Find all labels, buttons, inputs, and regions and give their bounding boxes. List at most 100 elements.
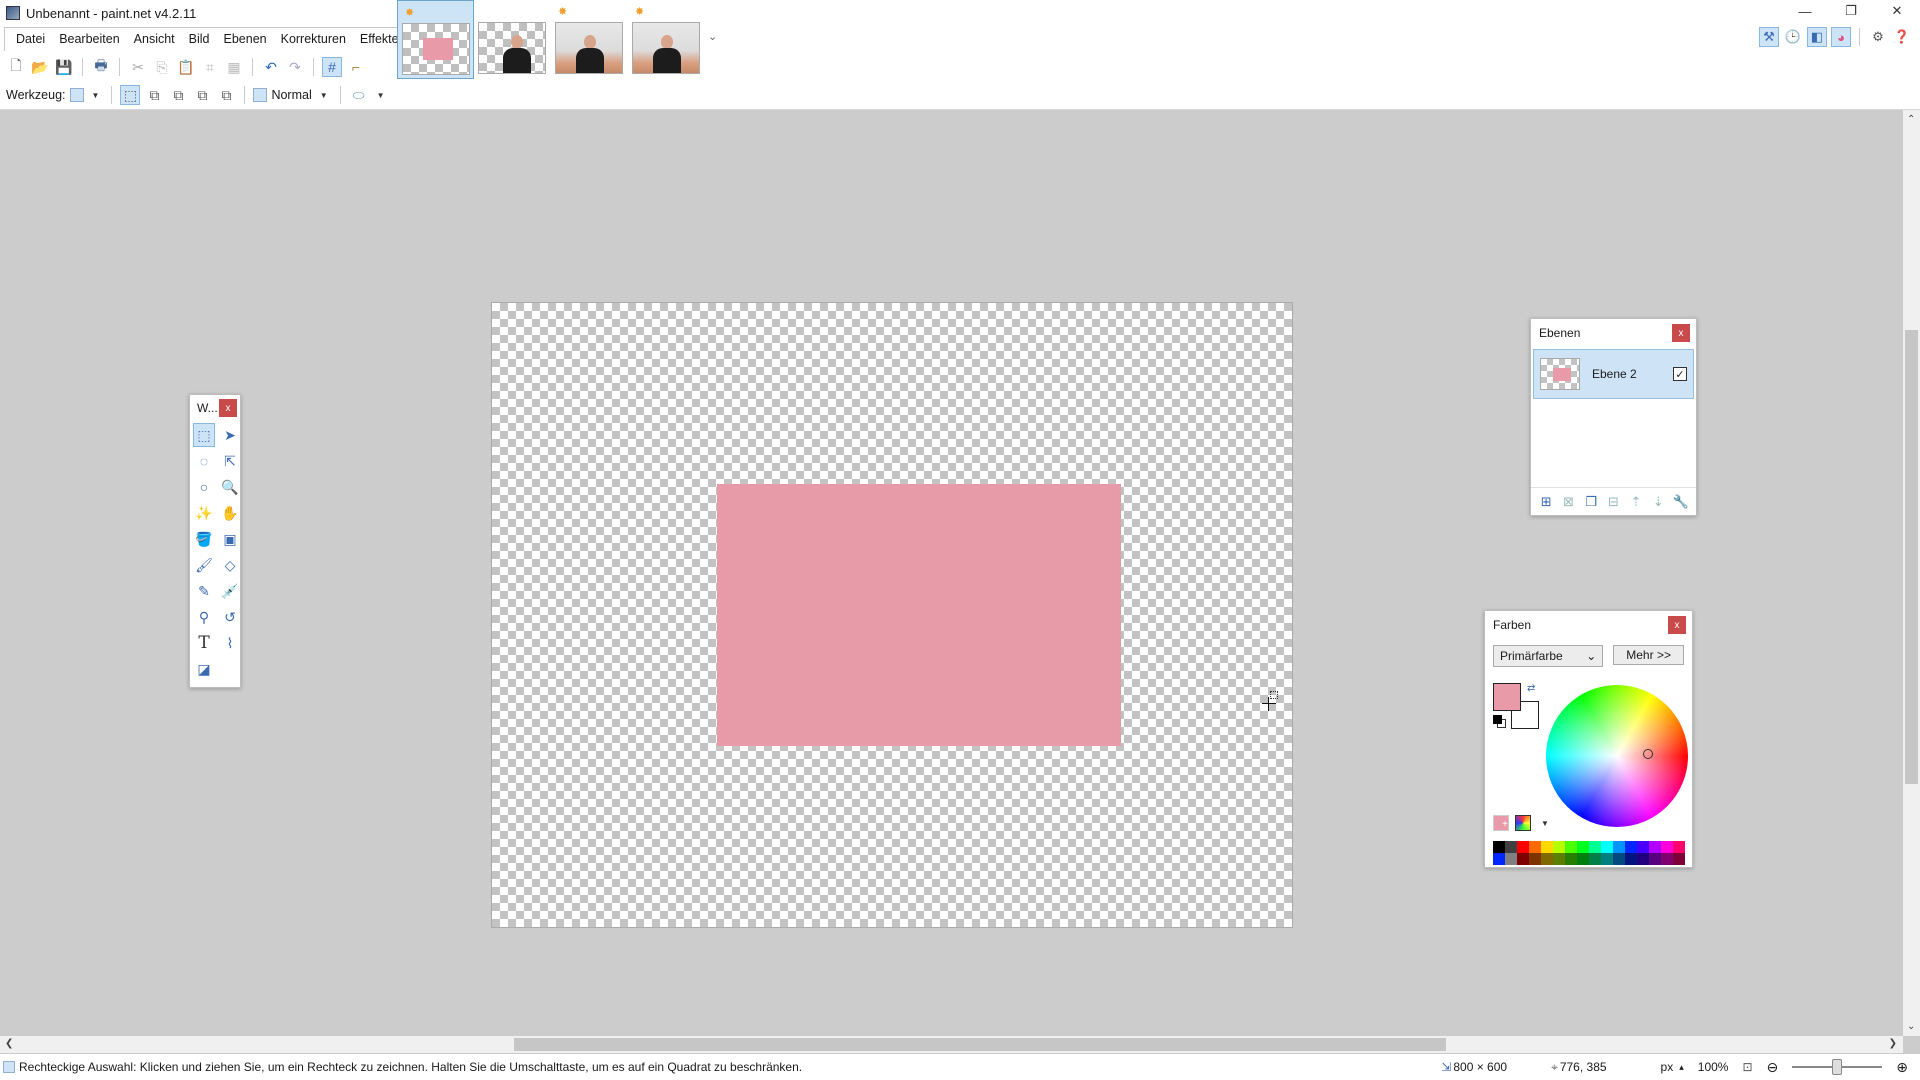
layers-icon[interactable]: ◧ <box>1807 27 1827 47</box>
tool-clone-stamp-icon[interactable]: ⚲ <box>193 605 215 629</box>
palette-swatch[interactable] <box>1517 841 1529 853</box>
palette-swatch[interactable] <box>1673 841 1685 853</box>
palette-swatch[interactable] <box>1601 841 1613 853</box>
chevron-down-icon[interactable]: ▼ <box>377 91 385 100</box>
image-tab-3[interactable]: ✸ <box>551 0 628 79</box>
chevron-down-icon[interactable]: ▼ <box>320 91 328 100</box>
menu-ebenen[interactable]: Ebenen <box>217 28 274 51</box>
tool-rectangle-select-icon[interactable]: ⬚ <box>193 423 215 447</box>
units-select[interactable]: px <box>1661 1060 1674 1074</box>
palette-swatch[interactable] <box>1505 853 1517 865</box>
image-canvas[interactable] <box>492 303 1292 927</box>
tool-magic-wand-icon[interactable]: ✨ <box>193 501 215 525</box>
tool-line-curve-icon[interactable]: ⌇ <box>219 631 241 655</box>
palette-swatch[interactable] <box>1541 853 1553 865</box>
image-tab-2[interactable] <box>474 0 551 79</box>
grid-icon[interactable]: # <box>322 57 342 77</box>
crop-icon[interactable]: ⌗ <box>200 57 220 77</box>
palette-swatch[interactable] <box>1661 841 1673 853</box>
open-icon[interactable]: 📂 <box>30 57 50 77</box>
colors-icon[interactable]: ◕ <box>1831 27 1851 47</box>
image-tab-4[interactable]: ✸ <box>628 0 705 79</box>
palette-swatch[interactable] <box>1649 841 1661 853</box>
layer-visibility-checkbox[interactable]: ✓ <box>1673 367 1687 381</box>
deselect-icon[interactable]: ▦ <box>224 57 244 77</box>
merge-down-icon[interactable]: ⊟ <box>1604 493 1622 511</box>
move-down-icon[interactable]: ⇣ <box>1649 493 1667 511</box>
tool-zoom-icon[interactable]: 🔍 <box>219 475 241 499</box>
save-icon[interactable]: 💾 <box>54 57 74 77</box>
close-icon[interactable]: x <box>1668 616 1686 634</box>
print-icon[interactable]: 🖶 <box>91 57 111 77</box>
tool-lasso-select-icon[interactable]: ◌ <box>193 449 215 473</box>
selection-mode-intersect-icon[interactable]: ⧉ <box>192 85 212 105</box>
menu-datei[interactable]: Datei <box>9 28 52 51</box>
zoom-out-icon[interactable]: ⊖ <box>1767 1059 1779 1076</box>
palette-swatch[interactable] <box>1577 853 1589 865</box>
tool-eraser-icon[interactable]: ◇ <box>219 553 241 577</box>
palette-swatch[interactable] <box>1625 853 1637 865</box>
color-mode-select[interactable]: Primärfarbe ⌄ <box>1493 645 1604 667</box>
menu-ansicht[interactable]: Ansicht <box>127 28 182 51</box>
blend-mode-select[interactable]: Normal <box>271 88 311 102</box>
palette-swatch[interactable] <box>1601 853 1613 865</box>
cut-icon[interactable]: ✂ <box>128 57 148 77</box>
menu-korrekturen[interactable]: Korrekturen <box>274 28 353 51</box>
palette-swatch[interactable] <box>1565 853 1577 865</box>
palette-swatch[interactable] <box>1565 841 1577 853</box>
close-icon[interactable]: ✕ <box>1874 0 1920 22</box>
selection-mode-union-icon[interactable]: ⧉ <box>144 85 164 105</box>
zoom-slider[interactable] <box>1792 1059 1883 1075</box>
vertical-scrollbar[interactable]: ⌃ ⌄ <box>1903 110 1920 1036</box>
palette-swatch[interactable] <box>1673 853 1685 865</box>
tool-paintbrush-icon[interactable]: 🖌 <box>193 553 215 577</box>
palette-swatch[interactable] <box>1613 841 1625 853</box>
layer-row[interactable]: Ebene 2 ✓ <box>1533 349 1694 399</box>
palette-swatch[interactable] <box>1505 841 1517 853</box>
selection-mode-exclude-icon[interactable]: ⧉ <box>168 85 188 105</box>
palette-swatch[interactable] <box>1637 841 1649 853</box>
color-wheel-marker[interactable] <box>1643 749 1653 759</box>
units-arrow-icon[interactable]: ▴ <box>1679 1062 1684 1073</box>
palette-icon[interactable] <box>1515 815 1531 831</box>
palette-swatch[interactable] <box>1589 853 1601 865</box>
scroll-left-icon[interactable]: ❮ <box>5 1038 13 1049</box>
menu-bearbeiten[interactable]: Bearbeiten <box>52 28 126 51</box>
scroll-right-icon[interactable]: ❯ <box>1889 1038 1897 1049</box>
primary-color-swatch[interactable] <box>1493 683 1521 711</box>
tool-color-picker-icon[interactable]: 💉 <box>219 579 241 603</box>
undo-icon[interactable]: ↶ <box>261 57 281 77</box>
duplicate-layer-icon[interactable]: ❐ <box>1582 493 1600 511</box>
palette-swatch[interactable] <box>1649 853 1661 865</box>
reset-colors-icon[interactable] <box>1493 715 1502 724</box>
tool-text-icon[interactable]: T <box>193 631 215 655</box>
scroll-up-icon[interactable]: ⌃ <box>1907 114 1915 125</box>
tools-panel-header[interactable]: W... x <box>190 395 240 421</box>
close-icon[interactable]: x <box>219 399 237 417</box>
palette-swatch[interactable] <box>1637 853 1649 865</box>
palette-swatch[interactable] <box>1517 853 1529 865</box>
palette-swatch[interactable] <box>1577 841 1589 853</box>
palette-swatch[interactable] <box>1529 853 1541 865</box>
close-icon[interactable]: x <box>1672 324 1690 342</box>
image-tab-1[interactable]: ✸ <box>397 0 474 79</box>
vertical-scroll-thumb[interactable] <box>1905 330 1918 784</box>
selection-mode-replace-icon[interactable]: ⬚ <box>120 85 141 105</box>
tool-shapes-icon[interactable]: ◪ <box>193 657 215 681</box>
swap-colors-icon[interactable]: ⇄ <box>1527 683 1535 694</box>
paste-icon[interactable]: 📋 <box>176 57 196 77</box>
colors-panel-header[interactable]: Farben x <box>1485 611 1692 639</box>
move-up-icon[interactable]: ⇡ <box>1627 493 1645 511</box>
ruler-icon[interactable]: ⌐ <box>346 57 366 77</box>
zoom-slider-handle[interactable] <box>1832 1059 1843 1075</box>
chevron-down-icon[interactable]: ▼ <box>92 91 100 100</box>
horizontal-scroll-thumb[interactable] <box>514 1038 1446 1051</box>
selection-mode-invert-icon[interactable]: ⧉ <box>216 85 236 105</box>
zoom-level[interactable]: 100% <box>1698 1060 1729 1074</box>
tool-pencil-icon[interactable]: ✎ <box>193 579 215 603</box>
add-color-icon[interactable]: + <box>1493 815 1509 831</box>
chevron-down-icon[interactable]: ▼ <box>1541 819 1549 828</box>
palette-swatch[interactable] <box>1493 853 1505 865</box>
palette-swatch[interactable] <box>1553 841 1565 853</box>
menu-bild[interactable]: Bild <box>182 28 217 51</box>
